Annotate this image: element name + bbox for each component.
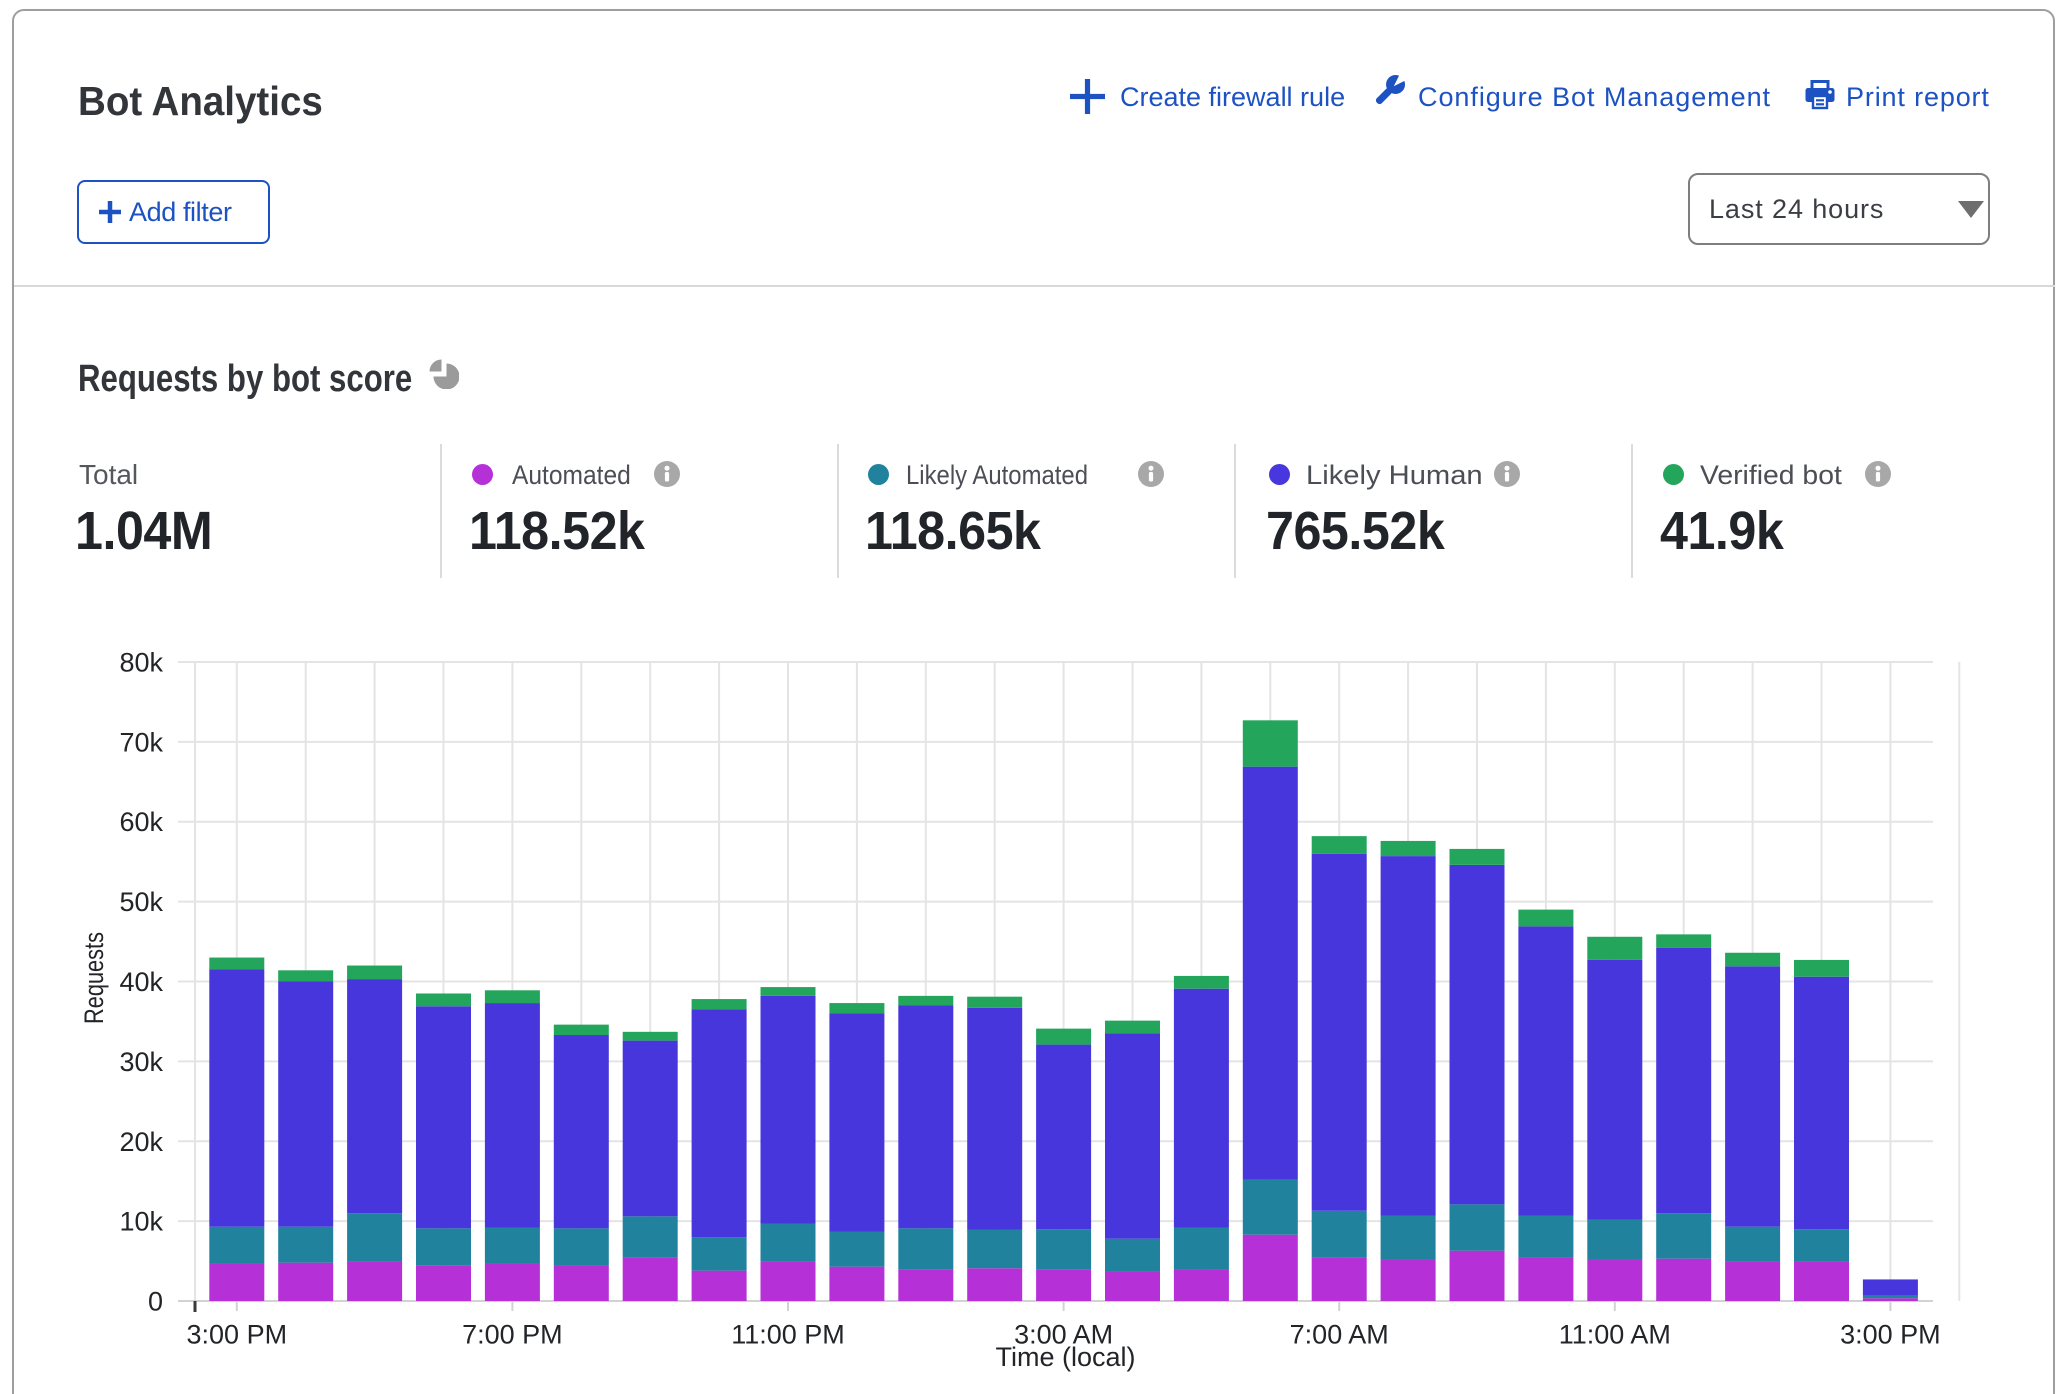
svg-text:11:00 AM: 11:00 AM bbox=[1559, 1320, 1671, 1350]
svg-text:3:00 PM: 3:00 PM bbox=[1840, 1320, 1941, 1350]
svg-text:Requests: Requests bbox=[79, 932, 109, 1024]
svg-text:7:00 AM: 7:00 AM bbox=[1290, 1320, 1389, 1350]
svg-text:60k: 60k bbox=[119, 807, 163, 837]
svg-text:30k: 30k bbox=[119, 1047, 163, 1077]
svg-text:50k: 50k bbox=[119, 887, 163, 917]
svg-text:7:00 PM: 7:00 PM bbox=[462, 1320, 563, 1350]
svg-text:11:00 PM: 11:00 PM bbox=[731, 1320, 845, 1350]
svg-text:80k: 80k bbox=[119, 648, 163, 678]
svg-text:Time (local): Time (local) bbox=[995, 1342, 1135, 1372]
svg-text:10k: 10k bbox=[119, 1207, 163, 1237]
svg-text:40k: 40k bbox=[119, 967, 163, 997]
svg-text:70k: 70k bbox=[119, 727, 163, 757]
svg-text:3:00 PM: 3:00 PM bbox=[187, 1320, 288, 1350]
svg-text:0: 0 bbox=[148, 1287, 163, 1317]
svg-text:20k: 20k bbox=[119, 1127, 163, 1157]
